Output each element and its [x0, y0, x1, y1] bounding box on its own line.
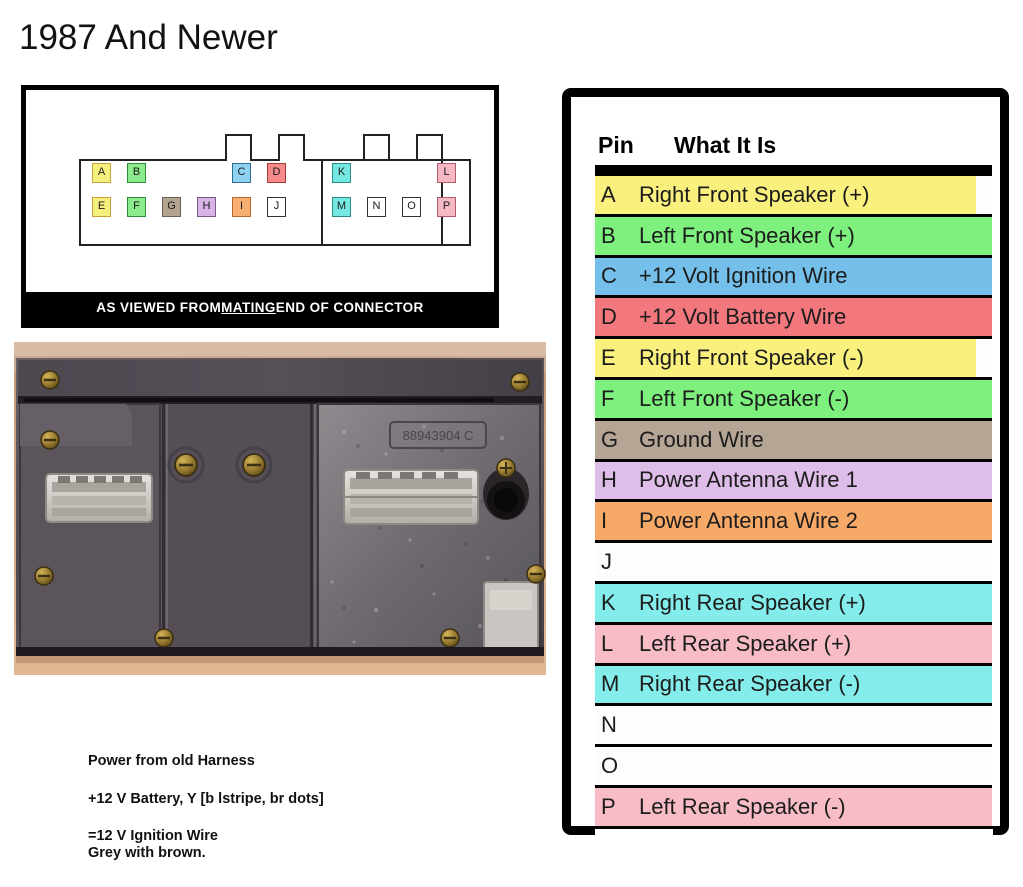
row-pin-letter: I [601, 508, 608, 534]
row-pin-description: Right Rear Speaker (+) [639, 589, 866, 615]
right-harness-connector [343, 469, 479, 525]
row-pin-description: Ground Wire [639, 426, 764, 452]
pin-i: I [232, 197, 251, 217]
pin-l: L [437, 163, 456, 183]
pin-table-row: N [595, 706, 992, 748]
pin-f: F [127, 197, 146, 217]
pin-table-row: B Left Front Speaker (+) [595, 216, 992, 258]
caption-prefix: AS VIEWED FROM [96, 300, 222, 315]
row-pin-letter: C [601, 263, 617, 289]
caption-underlined-word: MATING [221, 300, 276, 315]
pin-g: G [162, 197, 181, 217]
row-pin-description: Power Antenna Wire 1 [639, 467, 858, 493]
pin-table-row: D +12 Volt Battery Wire [595, 298, 992, 340]
pin-table-row: M Right Rear Speaker (-) [595, 665, 992, 707]
row-pin-description: Left Front Speaker (-) [639, 385, 850, 411]
caption-suffix: END OF CONNECTOR [275, 300, 424, 315]
row-pin-letter: F [601, 385, 615, 411]
pin-table: Pin What It Is A Right Front Speaker (+) B… [578, 103, 993, 863]
pin-table-row: C +12 Volt Ignition Wire [595, 257, 992, 299]
note-line-4: Grey with brown. [88, 845, 206, 862]
connector-caption: AS VIEWED FROM MATING END OF CONNECTOR [21, 292, 499, 328]
pin-table-row: P Left Rear Speaker (-) [595, 787, 992, 829]
pin-table-row: A Right Front Speaker (+) [595, 176, 992, 217]
pin-k: K [332, 163, 351, 183]
page-title: 1987 And Newer [19, 18, 278, 57]
pin-c: C [232, 163, 251, 183]
row-pin-letter: J [601, 549, 612, 575]
pin-e: E [92, 197, 111, 217]
pin-d: D [267, 163, 286, 183]
pin-table-body: A Right Front Speaker (+) B Left Front Spea… [578, 176, 993, 829]
pin-j: J [267, 197, 286, 217]
pin-n: N [367, 197, 386, 217]
row-pin-letter: A [601, 181, 616, 207]
row-pin-letter: B [601, 222, 616, 248]
row-pin-letter: M [601, 671, 620, 697]
row-pin-letter: O [601, 753, 619, 779]
right-connector-shell [321, 134, 471, 246]
svg-text:88943904 C: 88943904 C [403, 428, 474, 443]
pin-table-row: H Power Antenna Wire 1 [595, 461, 992, 503]
row-pin-letter: N [601, 712, 617, 738]
row-pin-description: Left Rear Speaker (+) [639, 630, 852, 656]
harness-notes: Power from old Harness +12 V Battery, Y … [88, 753, 518, 883]
row-pin-letter: P [601, 793, 616, 819]
row-pin-letter: E [601, 345, 616, 371]
radio-rear-photo: 88943904 C [14, 342, 546, 675]
row-pin-description: Right Front Speaker (+) [639, 181, 870, 207]
left-harness-connector [45, 473, 153, 523]
pin-p: P [437, 197, 456, 217]
row-pin-description: +12 Volt Battery Wire [639, 304, 847, 330]
pin-table-row: G Ground Wire [595, 420, 992, 462]
pin-table-row: O [595, 747, 992, 788]
note-line-3: =12 V Ignition Wire [88, 828, 218, 845]
column-header-pin: Pin [598, 132, 634, 158]
row-pin-description: Left Front Speaker (+) [639, 222, 855, 248]
pin-m: M [332, 197, 351, 217]
row-pin-description: Left Rear Speaker (-) [639, 793, 846, 819]
row-pin-description: +12 Volt Ignition Wire [639, 263, 848, 289]
note-line-2: +12 V Battery, Y [b lstripe, br dots] [88, 790, 324, 807]
row-pin-description: Right Front Speaker (-) [639, 345, 864, 371]
row-pin-letter: K [601, 589, 616, 615]
pin-table-row: L Left Rear Speaker (+) [595, 624, 992, 666]
row-pin-letter: D [601, 304, 617, 330]
pin-a: A [92, 163, 111, 183]
pin-table-row: I Power Antenna Wire 2 [595, 502, 992, 544]
row-pin-letter: H [601, 467, 617, 493]
pin-h: H [197, 197, 216, 217]
pin-table-row: J [595, 543, 992, 584]
column-header-what-it-is: What It Is [674, 132, 777, 158]
row-pin-description: Right Rear Speaker (-) [639, 671, 861, 697]
row-pin-description: Power Antenna Wire 2 [639, 508, 858, 534]
row-pin-letter: L [601, 630, 614, 656]
radio-photo-illustration: 88943904 C [14, 342, 546, 675]
header-separator-bar [595, 165, 992, 176]
row-pin-letter: G [601, 426, 619, 452]
pin-table-row: F Left Front Speaker (-) [595, 379, 992, 421]
part-number-emboss: 88943904 C [389, 421, 487, 449]
pin-table-header: Pin What It Is [578, 103, 993, 165]
pin-b: B [127, 163, 146, 183]
pin-table-panel: Pin What It Is A Right Front Speaker (+) B… [562, 88, 1009, 863]
pin-table-footer-space [595, 828, 993, 863]
pin-o: O [402, 197, 421, 217]
pin-table-row: E Right Front Speaker (-) [595, 339, 992, 380]
pin-table-row: K Right Rear Speaker (+) [595, 583, 992, 625]
note-line-1: Power from old Harness [88, 753, 255, 769]
